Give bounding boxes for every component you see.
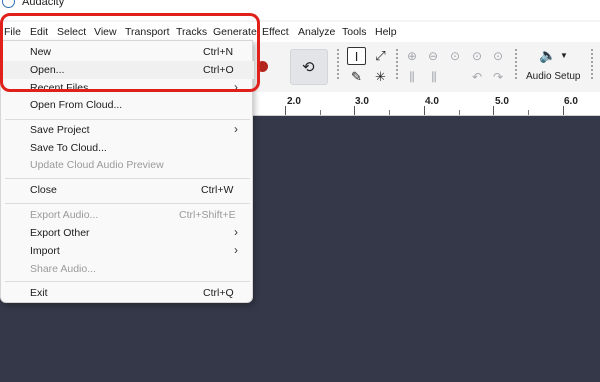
shortcut-label: Ctrl+W: [201, 184, 234, 196]
trim-icon[interactable]: ⫼: [402, 68, 422, 86]
fit-selection-icon[interactable]: ⊙: [445, 47, 465, 65]
ruler-tick: [424, 106, 425, 115]
menu-separator: [5, 119, 250, 120]
ruler-tick: [563, 106, 564, 115]
menu-item-label: Share Audio...: [30, 263, 96, 275]
menu-analyze[interactable]: Analyze: [298, 26, 335, 38]
loop-icon: ⟲: [302, 59, 315, 76]
zoom-out-icon[interactable]: ⊖: [423, 47, 443, 65]
ruler-minor-tick: [389, 110, 390, 115]
audio-setup-label: Audio Setup: [526, 71, 581, 82]
shortcut-label: Ctrl+Shift+E: [179, 209, 236, 221]
menu-item-label: Save To Cloud...: [30, 142, 107, 154]
toolbar-grip[interactable]: [395, 48, 399, 80]
menu-item-label: Export Audio...: [30, 209, 99, 221]
app-title: Audacity: [22, 0, 65, 8]
silence-icon[interactable]: ⫼: [424, 68, 444, 86]
ruler-tick: [285, 106, 286, 115]
ruler-tick: [354, 106, 355, 115]
menu-item-update-cloud-preview: Update Cloud Audio Preview: [1, 156, 254, 174]
menu-tools[interactable]: Tools: [342, 26, 367, 38]
menu-item-label: Import: [30, 245, 60, 257]
menu-item-share-audio: Share Audio...: [1, 260, 254, 278]
ruler-tick-label: 6.0: [564, 96, 578, 107]
menu-item-label: Exit: [30, 287, 48, 299]
draw-tool-icon[interactable]: ✎: [347, 68, 366, 86]
menu-item-close[interactable]: Close Ctrl+W: [1, 181, 254, 199]
menu-effect[interactable]: Effect: [262, 26, 289, 38]
loop-button[interactable]: ⟲: [290, 49, 328, 85]
highlight-box: [0, 13, 260, 92]
ruler-minor-tick: [459, 110, 460, 115]
menu-item-label: Open From Cloud...: [30, 99, 123, 111]
ruler-minor-tick: [528, 110, 529, 115]
menu-separator: [5, 281, 250, 282]
chevron-right-icon: ›: [234, 122, 238, 136]
audacity-logo-icon: [2, 0, 15, 8]
menu-item-open-from-cloud[interactable]: Open From Cloud...: [1, 96, 254, 114]
menu-item-save-to-cloud[interactable]: Save To Cloud...: [1, 139, 254, 157]
ruler-tick-label: 5.0: [495, 96, 509, 107]
redo-icon[interactable]: ↷: [488, 68, 508, 86]
menu-item-export-other[interactable]: Export Other ›: [1, 224, 254, 242]
selection-tool-icon[interactable]: I: [347, 47, 366, 65]
undo-icon[interactable]: ↶: [467, 68, 487, 86]
menu-item-save-project[interactable]: Save Project ›: [1, 121, 254, 139]
ruler-tick: [493, 106, 494, 115]
menu-separator: [5, 178, 250, 179]
toolbar-grip[interactable]: [514, 48, 518, 80]
menu-item-export-audio: Export Audio... Ctrl+Shift+E: [1, 206, 254, 224]
speaker-icon: 🔈: [539, 47, 557, 63]
menu-item-import[interactable]: Import ›: [1, 242, 254, 260]
menu-item-exit[interactable]: Exit Ctrl+Q: [1, 284, 254, 302]
menu-item-label: Update Cloud Audio Preview: [30, 159, 164, 171]
menu-item-label: Export Other: [30, 227, 90, 239]
zoom-in-icon[interactable]: ⊕: [402, 47, 422, 65]
ruler-tick-label: 3.0: [355, 96, 369, 107]
ruler-tick-label: 4.0: [425, 96, 439, 107]
chevron-right-icon: ›: [234, 225, 238, 239]
ruler-minor-tick: [320, 110, 321, 115]
fit-project-icon[interactable]: ⊙: [467, 47, 487, 65]
menu-separator: [5, 203, 250, 204]
toolbar-grip[interactable]: [336, 48, 340, 80]
shortcut-label: Ctrl+Q: [203, 287, 234, 299]
chevron-down-icon: ▼: [560, 51, 568, 60]
envelope-tool-icon[interactable]: ⤢: [371, 47, 390, 65]
toolbar-grip[interactable]: [590, 48, 594, 80]
multi-tool-icon[interactable]: ✳: [371, 68, 390, 86]
menu-help[interactable]: Help: [375, 26, 397, 38]
menu-item-label: Close: [30, 184, 57, 196]
chevron-right-icon: ›: [234, 243, 238, 257]
ruler-tick-label: 2.0: [287, 96, 301, 107]
zoom-toggle-icon[interactable]: ⊙: [488, 47, 508, 65]
menu-item-label: Save Project: [30, 124, 90, 136]
